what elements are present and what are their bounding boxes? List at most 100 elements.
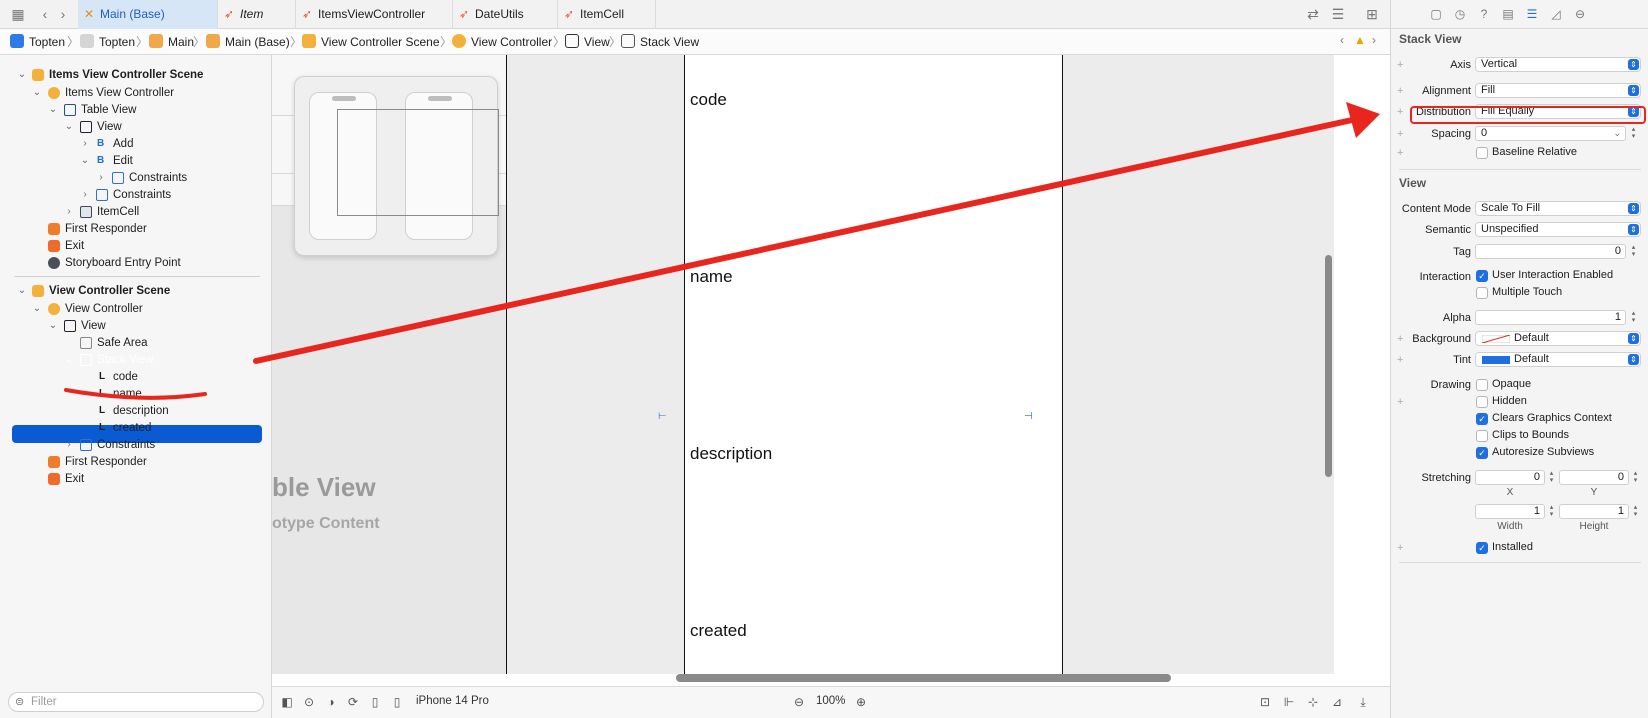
- outline-row[interactable]: ⌄ B Edit: [0, 152, 270, 170]
- chevron-right-icon[interactable]: ›: [63, 436, 75, 454]
- previous-issue-icon[interactable]: ‹: [1340, 33, 1344, 47]
- stack-label-created[interactable]: created: [690, 621, 747, 641]
- zoom-in-icon[interactable]: ⊕: [854, 695, 868, 709]
- identity-inspector-icon[interactable]: ▤: [1501, 7, 1515, 21]
- storyboard-canvas[interactable]: ble View otype Content code name descrip…: [272, 55, 1374, 674]
- hidden-checkbox[interactable]: [1476, 396, 1488, 408]
- add-variation-icon[interactable]: +: [1397, 542, 1403, 554]
- warning-icon[interactable]: ▲: [1354, 33, 1366, 47]
- stack-label-name[interactable]: name: [690, 267, 733, 287]
- outline-row[interactable]: L description: [0, 402, 270, 420]
- document-outline-toggle-icon[interactable]: ◧: [280, 695, 294, 709]
- stretching-x-stepper[interactable]: ▴ ▾: [1547, 470, 1556, 485]
- alpha-field[interactable]: 1: [1475, 310, 1626, 325]
- outline-row[interactable]: › Constraints: [0, 186, 270, 204]
- scene-row[interactable]: ⌄ Items View Controller Scene: [0, 66, 270, 84]
- quick-help-icon[interactable]: ?: [1477, 7, 1491, 21]
- outline-row[interactable]: › B Add: [0, 135, 270, 153]
- outline-row[interactable]: ⌄ View: [0, 118, 270, 136]
- device-label[interactable]: iPhone 14 Pro: [416, 695, 489, 707]
- stretching-width-field[interactable]: 1: [1475, 504, 1545, 519]
- resolve-issues-icon[interactable]: ⊿: [1330, 695, 1344, 709]
- chevron-down-icon[interactable]: ⌄: [63, 351, 75, 369]
- leading-resize-handle[interactable]: ⊢: [658, 411, 667, 422]
- outline-row[interactable]: › ItemCell: [0, 203, 270, 221]
- outline-row[interactable]: Safe Area: [0, 334, 270, 352]
- tag-stepper[interactable]: ▴ ▾: [1629, 244, 1638, 259]
- embed-in-icon[interactable]: ⤓: [1356, 695, 1370, 709]
- alpha-stepper[interactable]: ▴ ▾: [1629, 310, 1638, 325]
- stretching-height-field[interactable]: 1: [1559, 504, 1629, 519]
- clips-to-bounds-checkbox[interactable]: [1476, 430, 1488, 442]
- crumb-view-controller[interactable]: View Controller: [452, 34, 552, 49]
- semantic-popup[interactable]: Unspecified ⇕: [1475, 222, 1641, 237]
- zoom-level[interactable]: 100%: [816, 695, 845, 707]
- alignment-popup[interactable]: Fill ⇕: [1475, 83, 1641, 98]
- chevron-down-icon[interactable]: ⌄: [16, 66, 28, 84]
- tab-item[interactable]: ➶ Item: [218, 0, 296, 29]
- stack-label-code[interactable]: code: [690, 90, 727, 110]
- trailing-resize-handle[interactable]: ⊣: [1024, 411, 1033, 422]
- minimap-viewport[interactable]: [337, 109, 499, 216]
- crumb-stack-view[interactable]: Stack View: [621, 34, 699, 49]
- dark-mode-icon[interactable]: ◑: [324, 695, 338, 709]
- outline-row[interactable]: Exit: [0, 237, 270, 255]
- outline-row[interactable]: ⌄ View: [0, 317, 270, 335]
- outline-row[interactable]: First Responder: [0, 453, 270, 471]
- crumb-main-base[interactable]: Main (Base): [206, 34, 290, 49]
- crumb-folder[interactable]: Topten: [80, 34, 135, 49]
- crumb-view[interactable]: View: [565, 34, 610, 49]
- outline-row[interactable]: L code: [0, 368, 270, 386]
- chevron-down-icon[interactable]: ⌄: [63, 118, 75, 136]
- stretching-height-stepper[interactable]: ▴ ▾: [1631, 504, 1640, 519]
- outline-row-selected[interactable]: ⌄ Stack View: [0, 351, 270, 369]
- tab-dateutils[interactable]: ➶ DateUtils: [453, 0, 558, 29]
- device-icon[interactable]: ▯: [390, 695, 404, 709]
- baseline-relative-checkbox[interactable]: [1476, 147, 1488, 159]
- attributes-inspector-icon[interactable]: ☰: [1525, 7, 1539, 21]
- filter-field[interactable]: ⊜ Filter: [8, 692, 264, 712]
- stack-view-canvas[interactable]: [684, 55, 1062, 674]
- scene-row[interactable]: ⌄ View Controller Scene: [0, 282, 270, 300]
- stack-label-description[interactable]: description: [690, 444, 772, 464]
- outline-row[interactable]: L name: [0, 385, 270, 403]
- connections-inspector-icon[interactable]: ⊖: [1573, 7, 1587, 21]
- device-frame-icon[interactable]: ▯: [368, 695, 382, 709]
- history-inspector-icon[interactable]: ◷: [1453, 7, 1467, 21]
- add-variation-icon[interactable]: +: [1397, 147, 1403, 159]
- crumb-scene[interactable]: View Controller Scene: [302, 34, 440, 49]
- crumb-project[interactable]: Topten: [10, 34, 65, 49]
- stretching-y-stepper[interactable]: ▴ ▾: [1631, 470, 1640, 485]
- background-popup[interactable]: Default ⇕: [1475, 331, 1641, 346]
- back-icon[interactable]: ‹: [37, 6, 53, 22]
- outline-row[interactable]: L created: [0, 419, 270, 437]
- forward-icon[interactable]: ›: [55, 6, 71, 22]
- zoom-out-icon[interactable]: ⊖: [792, 695, 806, 709]
- chevron-right-icon[interactable]: ›: [63, 203, 75, 221]
- outline-row[interactable]: ⌄ Items View Controller: [0, 84, 270, 102]
- axis-popup[interactable]: Vertical ⇕: [1475, 57, 1641, 72]
- add-editor-icon[interactable]: ⊞: [1364, 6, 1380, 22]
- outline-row[interactable]: Exit: [0, 470, 270, 488]
- chevron-down-icon[interactable]: ⌄: [16, 282, 28, 300]
- chevron-right-icon[interactable]: ›: [79, 135, 91, 153]
- chevron-right-icon[interactable]: ›: [95, 169, 107, 187]
- content-mode-popup[interactable]: Scale To Fill ⇕: [1475, 201, 1641, 216]
- stretching-width-stepper[interactable]: ▴ ▾: [1547, 504, 1556, 519]
- opaque-checkbox[interactable]: [1476, 379, 1488, 391]
- tab-main-base[interactable]: ✕ Main (Base): [78, 0, 218, 29]
- spacing-stepper[interactable]: ▴ ▾: [1629, 126, 1638, 141]
- update-frames-icon[interactable]: ⊡: [1258, 695, 1272, 709]
- outline-row[interactable]: › Constraints: [0, 169, 270, 187]
- chevron-down-icon[interactable]: ⌄: [79, 152, 91, 170]
- autoresize-checkbox[interactable]: ✓: [1476, 447, 1488, 459]
- chevron-down-icon[interactable]: ⌄: [31, 300, 43, 318]
- next-issue-icon[interactable]: ›: [1372, 33, 1376, 47]
- add-variation-icon[interactable]: +: [1397, 396, 1403, 408]
- tab-itemcell[interactable]: ➶ ItemCell: [558, 0, 656, 29]
- crumb-main[interactable]: Main: [149, 34, 194, 49]
- file-inspector-icon[interactable]: ▢: [1429, 7, 1443, 21]
- tab-itemsviewcontroller[interactable]: ➶ ItemsViewController: [296, 0, 453, 29]
- tag-field[interactable]: 0: [1475, 244, 1626, 259]
- spacing-field[interactable]: 0 ⌄: [1475, 126, 1626, 141]
